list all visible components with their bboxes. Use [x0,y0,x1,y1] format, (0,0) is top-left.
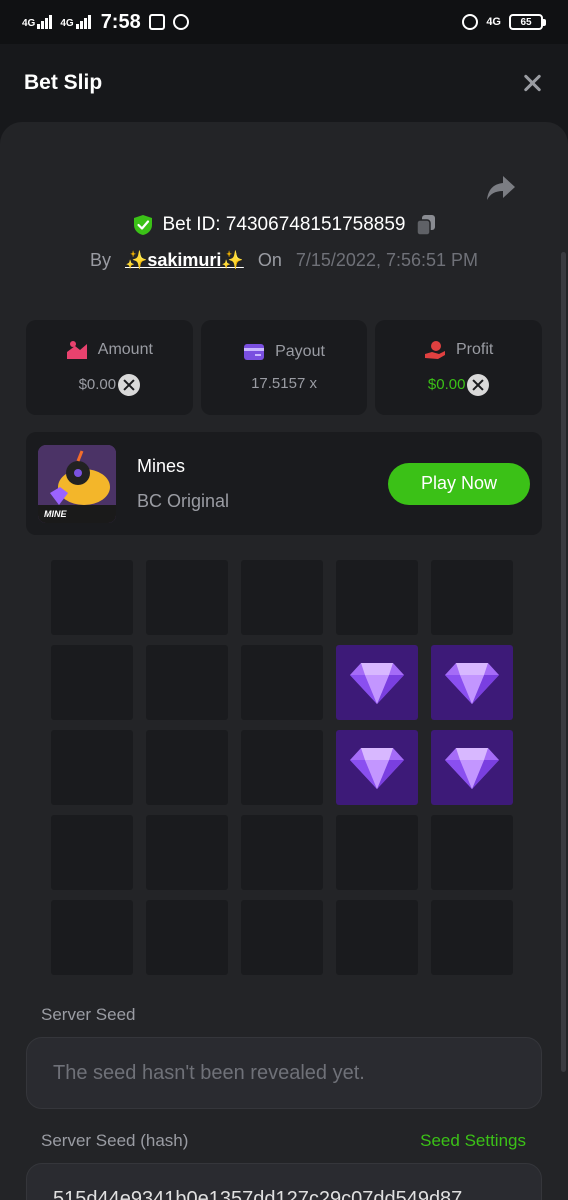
page-title: Bet Slip [24,71,103,94]
amount-label: Amount [97,340,153,358]
game-title: Mines [137,455,186,476]
close-icon[interactable] [520,71,544,95]
mine-tile [51,900,133,975]
mine-tile [146,560,228,635]
share-icon[interactable] [486,174,516,202]
profit-card: Profit $0.00 [375,320,543,415]
bet-stats: Amount $0.00 Payout 17.5157 x Profit $0.… [26,320,543,415]
scrollbar[interactable] [561,252,566,1072]
server-seed-hash-label: Server Seed (hash) [41,1131,189,1150]
by-label: By [89,250,111,270]
mine-tile [51,815,133,890]
game-card: MINE Mines BC Original Play Now [26,432,542,535]
mine-tile [431,560,513,635]
gem-tile [336,730,418,805]
profit-icon [425,340,445,359]
mine-tile [336,560,418,635]
mine-tile [51,730,133,805]
mine-tile [51,560,133,635]
mine-tile [51,645,133,720]
on-label: On [257,250,282,270]
seed-settings-link[interactable]: Seed Settings [420,1131,526,1151]
game-subtitle: BC Original [137,490,230,511]
payout-card: Payout 17.5157 x [200,320,368,415]
server-seed-label: Server Seed [41,1005,136,1024]
mine-tile [241,560,323,635]
amount-value: $0.00 [78,376,117,393]
verified-shield-icon [133,215,152,235]
battery-icon: 65 [509,14,546,30]
mine-tile [241,730,323,805]
mine-tile [241,645,323,720]
payout-value: 17.5157 x [251,375,317,392]
signal-icon: 4G [22,15,53,29]
bet-slip-panel: Bet ID: 74306748151758859 By ✨sakimuri✨ … [0,122,568,1200]
mine-tile [431,900,513,975]
mine-tile [431,815,513,890]
mine-tile [146,730,228,805]
gem-tile [336,645,418,720]
message-icon [148,14,165,30]
payout-label: Payout [275,343,325,360]
bet-id-row: Bet ID: 74306748151758859 [0,214,568,236]
mine-tile [146,645,228,720]
username-link[interactable]: ✨sakimuri✨ [125,250,244,271]
mines-game-thumbnail: MINE [38,444,116,523]
bet-id-value: 74306748151758859 [225,214,406,235]
currency-coin-icon [467,373,490,396]
alarm-icon [172,14,189,30]
mines-grid [51,560,513,975]
profit-label: Profit [456,340,494,358]
mine-tile [241,900,323,975]
profit-value: $0.00 [427,376,466,393]
mine-tile [336,815,418,890]
status-bar: 4G 4G 7:58 4G 65 [0,0,568,44]
server-seed-hash-field[interactable]: 515d44e9341b0e1357dd127c29c07dd549d87 [26,1163,542,1200]
gem-icon [350,662,404,704]
network-type-2: 4G [60,18,74,29]
bet-author-row: By ✨sakimuri✨ On 7/15/2022, 7:56:51 PM [0,250,568,271]
gem-icon [350,747,404,789]
gem-tile [431,645,513,720]
bet-id-label: Bet ID: [162,214,221,235]
gem-tile [431,730,513,805]
play-now-button[interactable]: Play Now [388,462,530,505]
alarm-icon [462,14,479,30]
mine-tile [146,900,228,975]
bet-date: 7/15/2022, 7:56:51 PM [295,250,479,270]
mine-tile [146,815,228,890]
network-type-right: 4G [486,16,501,28]
payout-card-icon [244,344,265,360]
gem-icon [445,662,499,704]
amount-icon [66,340,87,359]
amount-card: Amount $0.00 [26,320,193,415]
battery-level: 65 [509,14,543,30]
network-type-1: 4G [22,18,36,29]
mine-tile [241,815,323,890]
mine-tile [336,900,418,975]
gem-icon [445,747,499,789]
server-seed-field: The seed hasn't been revealed yet. [26,1037,542,1109]
status-time: 7:58 [100,10,141,33]
copy-icon[interactable] [415,214,436,236]
signal-icon: 4G [60,15,91,29]
header: Bet Slip [0,44,568,122]
thumbnail-label: MINE [44,508,67,519]
currency-coin-icon [118,373,141,396]
